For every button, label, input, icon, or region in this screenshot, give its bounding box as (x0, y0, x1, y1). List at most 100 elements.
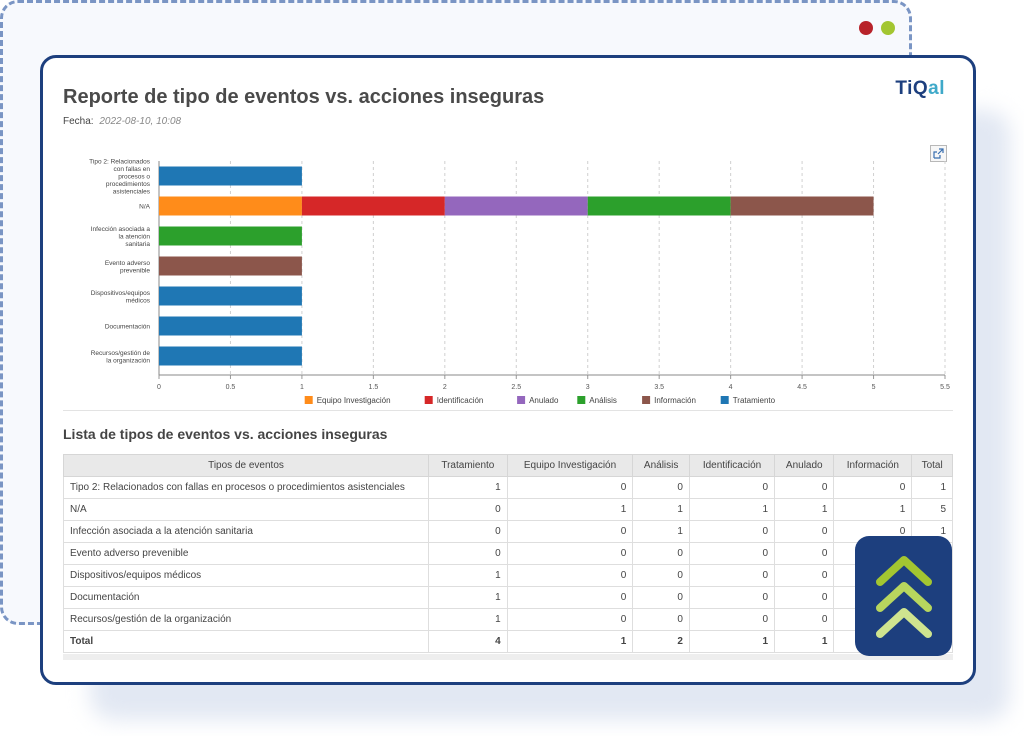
column-header[interactable]: Anulado (774, 454, 835, 477)
value-cell: 0 (428, 498, 508, 521)
column-header[interactable]: Equipo Investigación (506, 454, 634, 477)
column-header[interactable]: Información (833, 454, 913, 477)
value-cell: 1 (833, 498, 913, 521)
legend-label[interactable]: Información (654, 396, 696, 405)
y-category-label: Recursos/gestión de (91, 350, 151, 357)
value-cell: 0 (428, 542, 508, 565)
report-date: Fecha: 2022-08-10, 10:08 (63, 116, 181, 127)
x-tick-label: 4 (729, 384, 733, 391)
brand-logo: TiQal (895, 78, 945, 100)
legend-label[interactable]: Anulado (529, 396, 559, 405)
value-cell: 0 (774, 520, 835, 543)
y-category-label: Evento adverso (105, 260, 151, 267)
bar-segment[interactable] (159, 166, 302, 186)
x-tick-label: 1.5 (368, 384, 378, 391)
legend-label[interactable]: Análisis (589, 396, 617, 405)
bar-segment[interactable] (301, 196, 445, 216)
column-header[interactable]: Total (911, 454, 953, 477)
section-divider (63, 410, 953, 411)
value-cell: 2 (632, 630, 690, 653)
y-category-label: Infección asociada a (91, 226, 151, 233)
column-header[interactable]: Análisis (632, 454, 690, 477)
legend-swatch (304, 396, 313, 404)
value-cell: 1 (428, 564, 508, 587)
legend-label[interactable]: Equipo Investigación (317, 396, 391, 405)
bar-segment[interactable] (587, 196, 731, 216)
value-cell: 0 (688, 608, 776, 631)
y-category-label: N/A (139, 204, 151, 211)
value-cell: 1 (506, 498, 634, 521)
bar-segment[interactable] (159, 256, 302, 276)
triple-chevron-up-icon (875, 556, 932, 638)
x-tick-label: 4.5 (797, 384, 807, 391)
y-category-label: procedimientos (106, 181, 151, 188)
value-cell: 0 (774, 586, 835, 609)
legend-label[interactable]: Identificación (437, 396, 484, 405)
window-close-dot[interactable] (859, 21, 873, 35)
bar-segment[interactable] (159, 316, 302, 336)
y-category-label: Documentación (105, 324, 151, 331)
bar-segment[interactable] (159, 226, 302, 246)
value-cell: 1 (632, 520, 690, 543)
legend-swatch (642, 396, 651, 404)
value-cell: 0 (688, 586, 776, 609)
value-cell: 0 (688, 520, 776, 543)
value-cell: 4 (428, 630, 508, 653)
date-value: 2022-08-10, 10:08 (99, 116, 182, 127)
value-cell: 1 (688, 498, 776, 521)
bar-segment[interactable] (159, 196, 302, 216)
legend-label[interactable]: Tratamiento (733, 396, 776, 405)
y-category-label: la organización (106, 357, 150, 364)
value-cell: 0 (506, 608, 634, 631)
table-total-row: Total 4 1 2 1 1 (63, 630, 953, 653)
x-tick-label: 1 (300, 384, 304, 391)
bar-segment[interactable] (159, 286, 302, 306)
table-row: Dispositivos/equipos médicos 1 0 0 0 0 (63, 564, 953, 587)
y-category-label: sanitaria (125, 241, 150, 248)
column-header[interactable]: Tipos de eventos (63, 454, 429, 477)
value-cell: 0 (688, 476, 776, 499)
table-row: Infección asociada a la atención sanitar… (63, 520, 953, 543)
value-cell: 1 (774, 630, 835, 653)
report-card: Reporte de tipo de eventos vs. acciones … (40, 55, 976, 685)
window-maximize-dot[interactable] (881, 21, 895, 35)
chevron-up-icon (875, 582, 932, 612)
legend-swatch (424, 396, 433, 404)
event-type-cell: Infección asociada a la atención sanitar… (63, 520, 429, 543)
value-cell: 1 (911, 476, 953, 499)
event-type-cell: Documentación (63, 586, 429, 609)
value-cell: 0 (774, 608, 835, 631)
event-type-cell: Dispositivos/equipos médicos (63, 564, 429, 587)
legend-swatch (577, 396, 586, 404)
bar-segment[interactable] (444, 196, 588, 216)
column-header[interactable]: Identificación (688, 454, 776, 477)
y-category-label: Tipo 2: Relacionados (89, 159, 151, 166)
report-title: Reporte de tipo de eventos vs. acciones … (63, 86, 545, 108)
value-cell: 1 (632, 498, 690, 521)
table-footer-bar (63, 654, 953, 660)
x-tick-label: 5.5 (940, 384, 950, 391)
bar-segment[interactable] (730, 196, 874, 216)
legend-swatch (720, 396, 729, 404)
value-cell: 0 (506, 542, 634, 565)
x-tick-label: 3 (586, 384, 590, 391)
y-category-label: la atención (119, 234, 151, 241)
value-cell: 1 (428, 586, 508, 609)
x-tick-label: 5 (872, 384, 876, 391)
event-type-cell: Tipo 2: Relacionados con fallas en proce… (63, 476, 429, 499)
table-row: Tipo 2: Relacionados con fallas en proce… (63, 476, 953, 499)
x-tick-label: 0.5 (226, 384, 236, 391)
value-cell: 1 (774, 498, 835, 521)
value-cell: 0 (632, 542, 690, 565)
event-type-cell: N/A (63, 498, 429, 521)
x-tick-label: 3.5 (654, 384, 664, 391)
date-label: Fecha: (63, 116, 94, 127)
bar-segment[interactable] (159, 346, 302, 366)
value-cell: 0 (774, 564, 835, 587)
chevron-up-icon (875, 608, 932, 638)
value-cell: 0 (688, 542, 776, 565)
column-header[interactable]: Tratamiento (428, 454, 508, 477)
y-category-label: prevenible (120, 267, 150, 274)
value-cell: 5 (911, 498, 953, 521)
event-type-cell: Total (63, 630, 429, 653)
